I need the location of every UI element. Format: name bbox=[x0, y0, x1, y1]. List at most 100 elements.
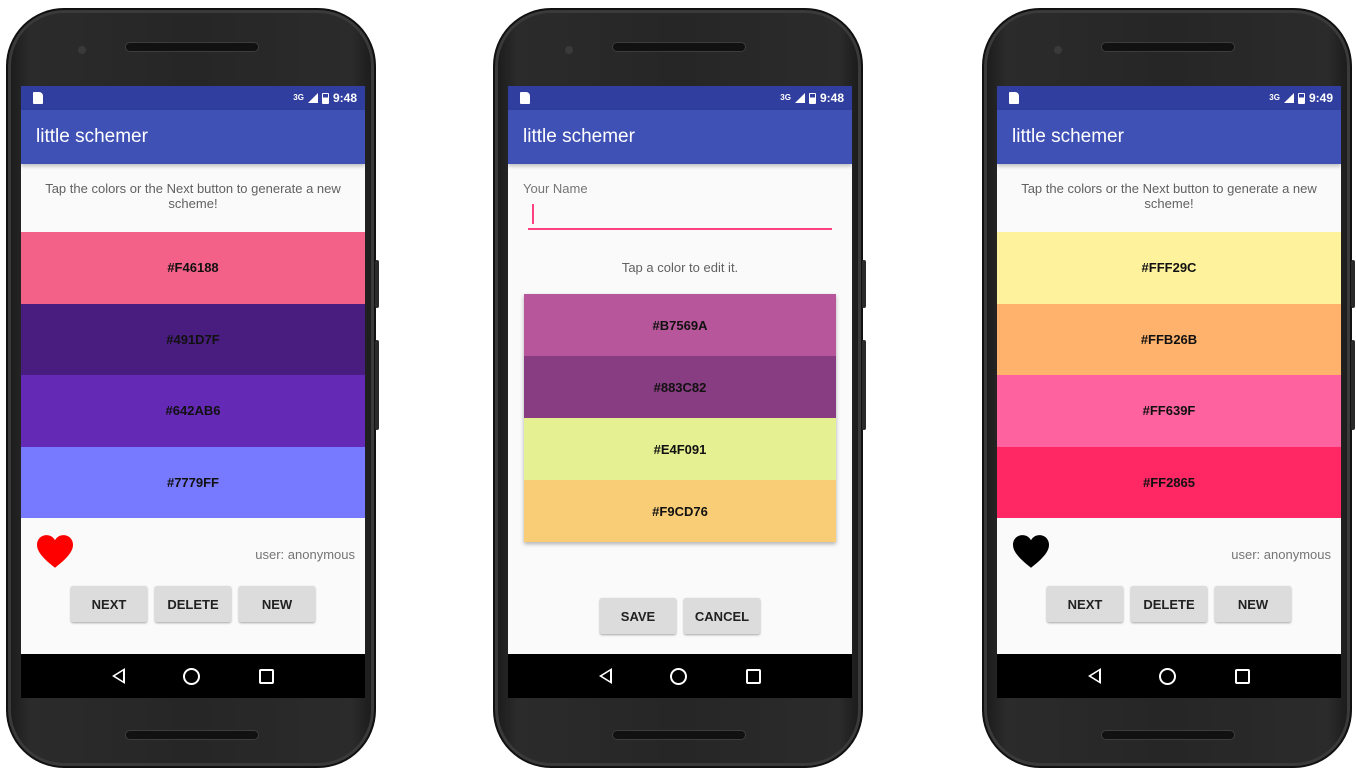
swatch-hex-label: #7779FF bbox=[166, 474, 220, 490]
cancel-button[interactable]: CANCEL bbox=[684, 598, 760, 634]
volume-button bbox=[1351, 340, 1355, 430]
instruction-text: Tap the colors or the Next button to gen… bbox=[45, 181, 341, 211]
color-scheme-list: #B7569A #883C82 #E4F091 #F9CD76 bbox=[524, 294, 836, 542]
navigation-bar bbox=[21, 654, 365, 698]
swatch-hex-label: #E4F091 bbox=[653, 441, 707, 457]
earpiece-speaker bbox=[612, 42, 746, 52]
app-title: little schemer bbox=[36, 126, 148, 147]
swatch-hex-label: #883C82 bbox=[653, 379, 707, 395]
color-swatch[interactable]: #F46188 bbox=[21, 232, 365, 304]
next-button[interactable]: NEXT bbox=[1047, 586, 1123, 622]
app-bar: little schemer bbox=[508, 110, 852, 164]
color-swatch[interactable]: #491D7F bbox=[21, 303, 365, 375]
network-type: 3G bbox=[293, 93, 304, 102]
color-scheme-list: #FFF29C #FFB26B #FF639F #FF2865 bbox=[997, 232, 1341, 518]
screen-main: 3G 9:48 little schemer Tap the colors or… bbox=[21, 86, 365, 698]
swatch-hex-label: #491D7F bbox=[166, 331, 220, 347]
bottom-speaker bbox=[612, 730, 746, 740]
swatch-hex-label: #FF639F bbox=[1142, 403, 1196, 419]
color-swatch[interactable]: #FF2865 bbox=[997, 446, 1341, 518]
app-title: little schemer bbox=[523, 126, 635, 147]
front-camera bbox=[565, 46, 573, 54]
power-button bbox=[862, 260, 866, 308]
front-camera bbox=[1054, 46, 1062, 54]
bottom-speaker bbox=[1101, 730, 1235, 740]
edit-hint-text: Tap a color to edit it. bbox=[621, 260, 739, 275]
battery-icon bbox=[321, 92, 329, 104]
color-scheme-list: #F46188 #491D7F #642AB6 #7779FF bbox=[21, 232, 365, 518]
recents-icon[interactable] bbox=[258, 668, 274, 684]
home-icon[interactable] bbox=[1159, 667, 1177, 685]
home-icon[interactable] bbox=[670, 667, 688, 685]
status-time: 9:49 bbox=[1308, 91, 1333, 105]
color-swatch[interactable]: #B7569A bbox=[524, 294, 836, 356]
name-field-label: Your Name bbox=[523, 181, 588, 196]
swatch-hex-label: #F46188 bbox=[167, 260, 219, 276]
status-bar: 3G 9:48 bbox=[21, 86, 365, 110]
front-camera bbox=[78, 46, 86, 54]
sd-card-icon bbox=[33, 92, 43, 104]
swatch-hex-label: #FF2865 bbox=[1142, 474, 1196, 490]
heart-icon[interactable] bbox=[1013, 535, 1049, 569]
color-swatch[interactable]: #FFF29C bbox=[997, 232, 1341, 304]
next-button[interactable]: NEXT bbox=[71, 586, 147, 622]
back-icon[interactable] bbox=[599, 668, 613, 684]
save-button[interactable]: SAVE bbox=[600, 598, 676, 634]
signal-icon bbox=[307, 93, 318, 103]
user-label: user: anonymous bbox=[255, 546, 355, 562]
signal-icon bbox=[794, 93, 805, 103]
color-swatch[interactable]: #883C82 bbox=[524, 356, 836, 418]
color-swatch[interactable]: #7779FF bbox=[21, 446, 365, 518]
battery-icon bbox=[808, 92, 816, 104]
navigation-bar bbox=[997, 654, 1341, 698]
delete-button[interactable]: DELETE bbox=[1131, 586, 1207, 622]
phone-device-3: 3G 9:49 little schemer Tap the colors or… bbox=[982, 8, 1355, 768]
color-swatch[interactable]: #642AB6 bbox=[21, 375, 365, 447]
color-swatch[interactable]: #FF639F bbox=[997, 375, 1341, 447]
instruction-text: Tap the colors or the Next button to gen… bbox=[1021, 181, 1317, 211]
power-button bbox=[1351, 260, 1355, 308]
app-bar: little schemer bbox=[21, 110, 365, 164]
phone-device-2: 3G 9:48 little schemer Your Name Tap a c… bbox=[493, 8, 866, 768]
delete-button[interactable]: DELETE bbox=[155, 586, 231, 622]
swatch-hex-label: #F9CD76 bbox=[652, 503, 708, 519]
new-button[interactable]: NEW bbox=[239, 586, 315, 622]
battery-icon bbox=[1297, 92, 1305, 104]
phone-device-1: 3G 9:48 little schemer Tap the colors or… bbox=[6, 8, 379, 768]
earpiece-speaker bbox=[1101, 42, 1235, 52]
volume-button bbox=[862, 340, 866, 430]
app-title: little schemer bbox=[1012, 126, 1124, 147]
color-swatch[interactable]: #FFB26B bbox=[997, 303, 1341, 375]
status-bar: 3G 9:48 bbox=[508, 86, 852, 110]
back-icon[interactable] bbox=[1088, 668, 1102, 684]
status-time: 9:48 bbox=[819, 91, 844, 105]
color-swatch[interactable]: #F9CD76 bbox=[524, 480, 836, 542]
home-icon[interactable] bbox=[183, 667, 201, 685]
signal-icon bbox=[1283, 93, 1294, 103]
screen-editor: 3G 9:48 little schemer Your Name Tap a c… bbox=[508, 86, 852, 698]
text-cursor bbox=[532, 204, 534, 224]
back-icon[interactable] bbox=[112, 668, 126, 684]
heart-icon[interactable] bbox=[37, 535, 73, 569]
navigation-bar bbox=[508, 654, 852, 698]
recents-icon[interactable] bbox=[745, 668, 761, 684]
app-bar: little schemer bbox=[997, 110, 1341, 164]
new-button[interactable]: NEW bbox=[1215, 586, 1291, 622]
swatch-hex-label: #FFB26B bbox=[1140, 331, 1198, 347]
swatch-hex-label: #B7569A bbox=[652, 317, 708, 333]
sd-card-icon bbox=[1009, 92, 1019, 104]
swatch-hex-label: #642AB6 bbox=[165, 403, 221, 419]
user-label: user: anonymous bbox=[1231, 546, 1331, 562]
bottom-speaker bbox=[125, 730, 259, 740]
network-type: 3G bbox=[780, 93, 791, 102]
swatch-hex-label: #FFF29C bbox=[1141, 260, 1197, 276]
power-button bbox=[375, 260, 379, 308]
status-time: 9:48 bbox=[332, 91, 357, 105]
network-type: 3G bbox=[1269, 93, 1280, 102]
screen-main: 3G 9:49 little schemer Tap the colors or… bbox=[997, 86, 1341, 698]
color-swatch[interactable]: #E4F091 bbox=[524, 418, 836, 480]
name-input[interactable] bbox=[528, 202, 832, 230]
volume-button bbox=[375, 340, 379, 430]
earpiece-speaker bbox=[125, 42, 259, 52]
recents-icon[interactable] bbox=[1234, 668, 1250, 684]
